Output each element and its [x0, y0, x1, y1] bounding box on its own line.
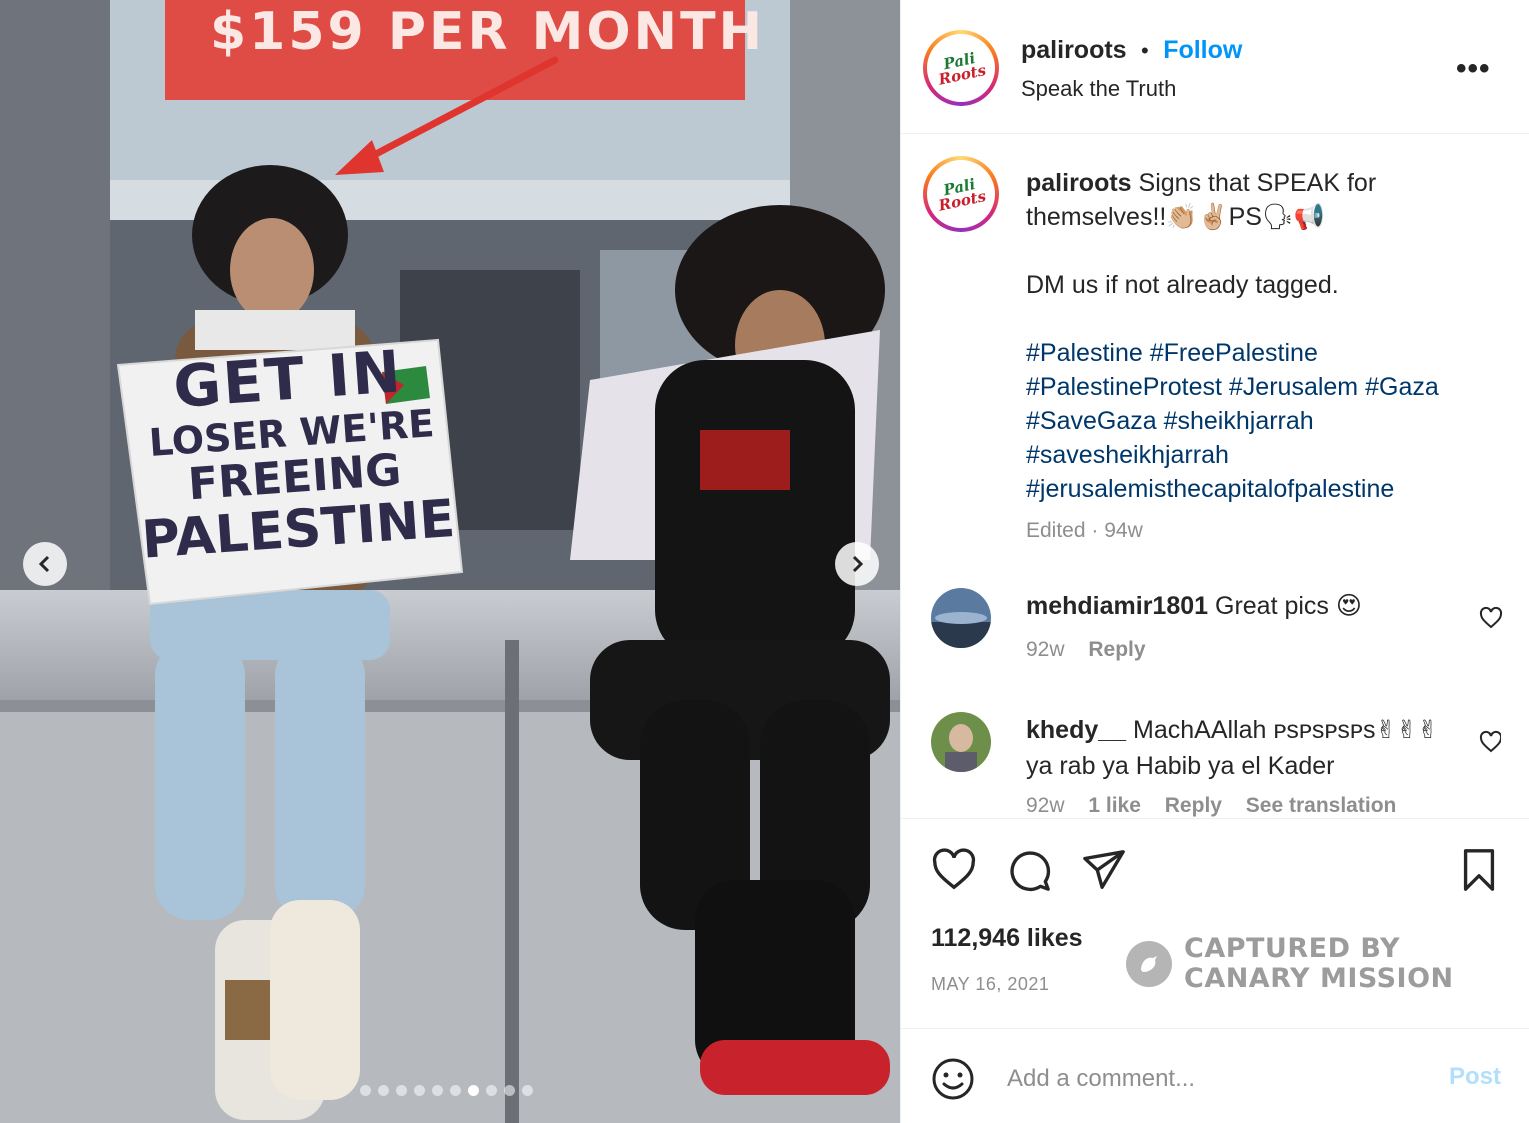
- add-comment-bar: Post: [901, 1028, 1529, 1123]
- banner-text: $159 PER MONTH: [210, 2, 766, 62]
- comment-like-heart-icon[interactable]: [1479, 606, 1503, 630]
- carousel-dot: [486, 1085, 497, 1096]
- post-comment-button[interactable]: Post: [1449, 1063, 1501, 1091]
- caption-avatar[interactable]: Pali Roots: [923, 156, 999, 232]
- reply-button[interactable]: Reply: [1165, 794, 1222, 817]
- carousel-dot: [468, 1085, 479, 1096]
- caption-line-2: DM us if not already tagged.: [1026, 271, 1339, 299]
- canary-bird-icon: [1126, 941, 1172, 987]
- post-caption: paliroots Signs that SPEAK for themselve…: [1026, 166, 1496, 548]
- heart-icon[interactable]: [931, 847, 977, 893]
- likes-count[interactable]: 112,946 likes: [931, 924, 1083, 953]
- carousel-prev-button[interactable]: [23, 542, 67, 586]
- hashtag[interactable]: #Palestine: [1026, 339, 1143, 367]
- bookmark-icon[interactable]: [1456, 847, 1502, 893]
- captured-by-watermark: CAPTURED BY CANARY MISSION: [1126, 934, 1454, 994]
- post-photo: $159 PER MONTH GET IN LOSER WE'RE FREEIN…: [0, 0, 900, 1123]
- comment-text: MachAAllah ᴘsᴘsᴘsᴘs✌✌✌: [1133, 716, 1439, 744]
- carousel-dot: [432, 1085, 443, 1096]
- commenter-avatar[interactable]: [931, 588, 991, 648]
- watermark-line-2: CANARY MISSION: [1184, 963, 1454, 994]
- header-username[interactable]: paliroots: [1021, 36, 1127, 64]
- hashtag[interactable]: #Gaza: [1365, 373, 1439, 401]
- see-translation-button[interactable]: See translation: [1246, 794, 1397, 817]
- post-actions: 112,946 likes MAY 16, 2021 CAPTURED BY C…: [901, 818, 1529, 1028]
- hashtag[interactable]: #FreePalestine: [1150, 339, 1318, 367]
- hashtag[interactable]: #Jerusalem: [1229, 373, 1358, 401]
- comment-item: khedy__ MachAAllah ᴘsᴘsᴘsᴘs✌✌✌ ya rab ya…: [931, 712, 1501, 817]
- carousel-dot: [396, 1085, 407, 1096]
- carousel-dot: [450, 1085, 461, 1096]
- protest-sign: GET IN LOSER WE'RE FREEING PALESTINE: [121, 337, 465, 570]
- avatar-image: [931, 588, 991, 648]
- carousel-dots: [360, 1085, 533, 1096]
- post-header: Pali Roots paliroots • Follow Speak the …: [901, 0, 1529, 134]
- reply-button[interactable]: Reply: [1088, 638, 1145, 661]
- paper-plane-icon[interactable]: [1081, 847, 1127, 893]
- more-options-button[interactable]: •••: [1456, 52, 1491, 86]
- brand-logo: Pali Roots: [936, 48, 988, 88]
- hashtag[interactable]: #savesheikhjarrah: [1026, 441, 1229, 469]
- carousel-dot: [414, 1085, 425, 1096]
- separator-dot: •: [1141, 38, 1149, 63]
- caption-meta: Edited · 94w: [1026, 519, 1143, 542]
- comment-username[interactable]: mehdiamir1801: [1026, 592, 1208, 620]
- follow-button[interactable]: Follow: [1163, 36, 1242, 64]
- hashtag-list: #Palestine #FreePalestine #PalestineProt…: [1026, 336, 1496, 506]
- chevron-right-icon: [852, 555, 864, 573]
- comment-age: 92w: [1026, 794, 1065, 817]
- avatar-image: [931, 712, 991, 772]
- hashtag[interactable]: #PalestineProtest: [1026, 373, 1222, 401]
- header-subtitle: Speak the Truth: [1021, 76, 1177, 101]
- watermark-line-1: CAPTURED BY: [1184, 933, 1401, 964]
- carousel-dot: [360, 1085, 371, 1096]
- comment-like-heart-icon[interactable]: [1479, 730, 1501, 754]
- hashtag[interactable]: #sheikhjarrah: [1164, 407, 1314, 435]
- comment-text: Great pics 😍: [1215, 592, 1362, 620]
- comment-likes[interactable]: 1 like: [1088, 794, 1141, 817]
- avatar[interactable]: Pali Roots: [923, 30, 999, 106]
- comment-username[interactable]: khedy__: [1026, 716, 1126, 744]
- comment-text-line-2: ya rab ya Habib ya el Kader: [1026, 752, 1335, 780]
- post-side-panel: Pali Roots paliroots • Follow Speak the …: [900, 0, 1529, 1123]
- chevron-left-icon: [38, 555, 50, 573]
- hashtag[interactable]: #SaveGaza: [1026, 407, 1157, 435]
- smiley-icon[interactable]: [931, 1057, 975, 1101]
- hashtag[interactable]: #jerusalemisthecapitalofpalestine: [1026, 475, 1394, 503]
- carousel-dot: [504, 1085, 515, 1096]
- comment-age: 92w: [1026, 638, 1065, 661]
- carousel-next-button[interactable]: [835, 542, 879, 586]
- comment-input[interactable]: [1007, 1059, 1427, 1099]
- brand-logo: Pali Roots: [936, 174, 988, 214]
- commenter-avatar[interactable]: [931, 712, 991, 772]
- caption-username[interactable]: paliroots: [1026, 169, 1132, 197]
- carousel-dot: [378, 1085, 389, 1096]
- carousel-dot: [522, 1085, 533, 1096]
- post-date: MAY 16, 2021: [931, 974, 1050, 994]
- comment-icon[interactable]: [1006, 847, 1052, 893]
